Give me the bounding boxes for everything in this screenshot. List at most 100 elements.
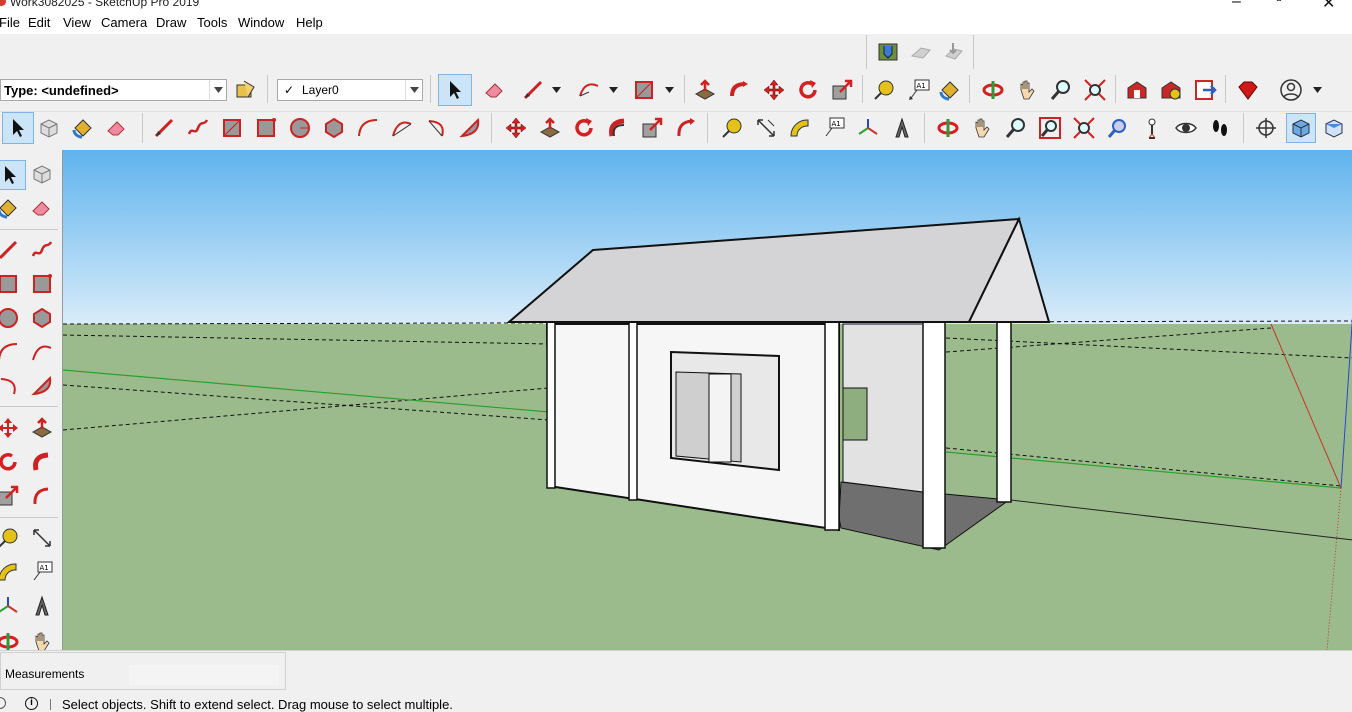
account-dropdown-arrow[interactable] xyxy=(1312,76,1322,104)
look-around-icon[interactable] xyxy=(1172,114,1200,142)
rectangle-icon[interactable] xyxy=(0,270,22,298)
zoom-icon[interactable] xyxy=(1047,76,1075,104)
menu-help[interactable]: Help xyxy=(296,15,323,30)
line-icon[interactable] xyxy=(150,114,178,142)
arc-dropdown-arrow[interactable] xyxy=(608,76,618,104)
layout-icon[interactable] xyxy=(1191,76,1219,104)
offset-icon[interactable] xyxy=(28,482,56,510)
measurements-input[interactable] xyxy=(129,665,279,685)
zoom-extents-icon[interactable] xyxy=(1081,76,1109,104)
eraser-icon[interactable] xyxy=(103,114,131,142)
text-icon[interactable]: A1 xyxy=(905,76,933,104)
three-point-arc-icon[interactable] xyxy=(0,372,22,400)
account-icon[interactable] xyxy=(1277,76,1305,104)
scale-icon[interactable] xyxy=(0,482,22,510)
protractor-icon[interactable] xyxy=(0,558,22,586)
model-viewport[interactable] xyxy=(62,150,1352,650)
top-view-icon[interactable] xyxy=(1320,114,1348,142)
arc-icon[interactable] xyxy=(354,114,382,142)
info-icon[interactable]: i xyxy=(25,697,38,710)
polygon-icon[interactable] xyxy=(320,114,348,142)
axes-icon[interactable] xyxy=(0,592,22,620)
orbit-icon[interactable] xyxy=(979,76,1007,104)
arc-icon[interactable] xyxy=(0,338,22,366)
rotated-rectangle-icon[interactable] xyxy=(28,270,56,298)
walk-icon[interactable] xyxy=(1206,114,1234,142)
eraser-icon[interactable] xyxy=(481,76,509,104)
line-dropdown-arrow[interactable] xyxy=(551,76,561,104)
pan-icon[interactable] xyxy=(28,628,56,650)
extension-warehouse-icon[interactable] xyxy=(1157,76,1185,104)
freehand-icon[interactable] xyxy=(184,114,212,142)
pan-icon[interactable] xyxy=(968,114,996,142)
layer-combo[interactable]: ✓ Layer0 xyxy=(277,79,423,101)
menu-camera[interactable]: Camera xyxy=(101,15,147,30)
tape-measure-icon[interactable] xyxy=(718,114,746,142)
three-point-arc-icon[interactable] xyxy=(422,114,450,142)
select-icon[interactable] xyxy=(2,112,34,144)
follow-me-icon[interactable] xyxy=(725,76,753,104)
menu-tools[interactable]: Tools xyxy=(197,15,227,30)
zoom-window-icon[interactable] xyxy=(1036,114,1064,142)
zoom-extents-icon[interactable] xyxy=(1070,114,1098,142)
rotated-rectangle-icon[interactable] xyxy=(252,114,280,142)
pie-icon[interactable] xyxy=(456,114,484,142)
text-icon[interactable]: A1 xyxy=(820,114,848,142)
minimize-icon[interactable]: – xyxy=(1232,0,1241,11)
push-pull-icon[interactable] xyxy=(28,414,56,442)
dimension-icon[interactable] xyxy=(752,114,780,142)
follow-me-icon[interactable] xyxy=(28,448,56,476)
offset-icon[interactable] xyxy=(672,114,700,142)
menu-edit[interactable]: Edit xyxy=(28,15,50,30)
paint-bucket-icon[interactable] xyxy=(936,76,964,104)
menu-draw[interactable]: Draw xyxy=(156,15,186,30)
select-icon[interactable] xyxy=(0,160,26,190)
scale-icon[interactable] xyxy=(638,114,666,142)
pan-icon[interactable] xyxy=(1013,76,1041,104)
section-plane-icon[interactable] xyxy=(1252,114,1280,142)
dimension-icon[interactable] xyxy=(28,524,56,552)
line-icon[interactable] xyxy=(0,236,22,264)
warehouse-search-icon[interactable] xyxy=(874,38,902,66)
move-icon[interactable] xyxy=(0,414,22,442)
polygon-icon[interactable] xyxy=(28,304,56,332)
move-icon[interactable] xyxy=(502,114,530,142)
axes-icon[interactable] xyxy=(854,114,882,142)
close-icon[interactable]: ✕ xyxy=(1322,0,1335,12)
make-component-icon[interactable] xyxy=(28,160,56,188)
scale-icon[interactable] xyxy=(828,76,856,104)
make-component-icon[interactable] xyxy=(35,114,63,142)
rotate-icon[interactable] xyxy=(0,448,22,476)
chevron-down-icon[interactable] xyxy=(405,80,422,100)
line-icon[interactable] xyxy=(519,76,547,104)
3d-text-icon[interactable] xyxy=(28,592,56,620)
push-pull-icon[interactable] xyxy=(536,114,564,142)
two-point-arc-icon[interactable] xyxy=(28,338,56,366)
follow-me-icon[interactable] xyxy=(604,114,632,142)
iso-view-icon[interactable] xyxy=(1286,113,1316,143)
rectangle-icon[interactable] xyxy=(218,114,246,142)
entity-type-combo[interactable]: Type: <undefined> xyxy=(0,79,227,101)
rectangle-icon[interactable] xyxy=(630,76,658,104)
menu-view[interactable]: View xyxy=(63,15,91,30)
circle-icon[interactable] xyxy=(0,304,22,332)
warehouse-icon[interactable] xyxy=(1123,76,1151,104)
rotate-icon[interactable] xyxy=(794,76,822,104)
tape-measure-icon[interactable] xyxy=(0,524,22,552)
maximize-icon[interactable]: ▫ xyxy=(1276,0,1282,9)
protractor-icon[interactable] xyxy=(786,114,814,142)
pie-icon[interactable] xyxy=(28,372,56,400)
eraser-icon[interactable] xyxy=(28,194,56,222)
select-icon[interactable] xyxy=(438,74,472,106)
orbit-icon[interactable] xyxy=(0,628,22,650)
orbit-icon[interactable] xyxy=(934,114,962,142)
paint-bucket-icon[interactable] xyxy=(69,114,97,142)
freehand-icon[interactable] xyxy=(28,236,56,264)
download-component-icon[interactable] xyxy=(940,38,968,66)
paint-bucket-icon[interactable] xyxy=(0,194,22,222)
position-camera-icon[interactable] xyxy=(1138,114,1166,142)
menu-window[interactable]: Window xyxy=(238,15,284,30)
previous-view-icon[interactable] xyxy=(1104,114,1132,142)
upload-model-icon[interactable] xyxy=(907,38,935,66)
zoom-icon[interactable] xyxy=(1002,114,1030,142)
